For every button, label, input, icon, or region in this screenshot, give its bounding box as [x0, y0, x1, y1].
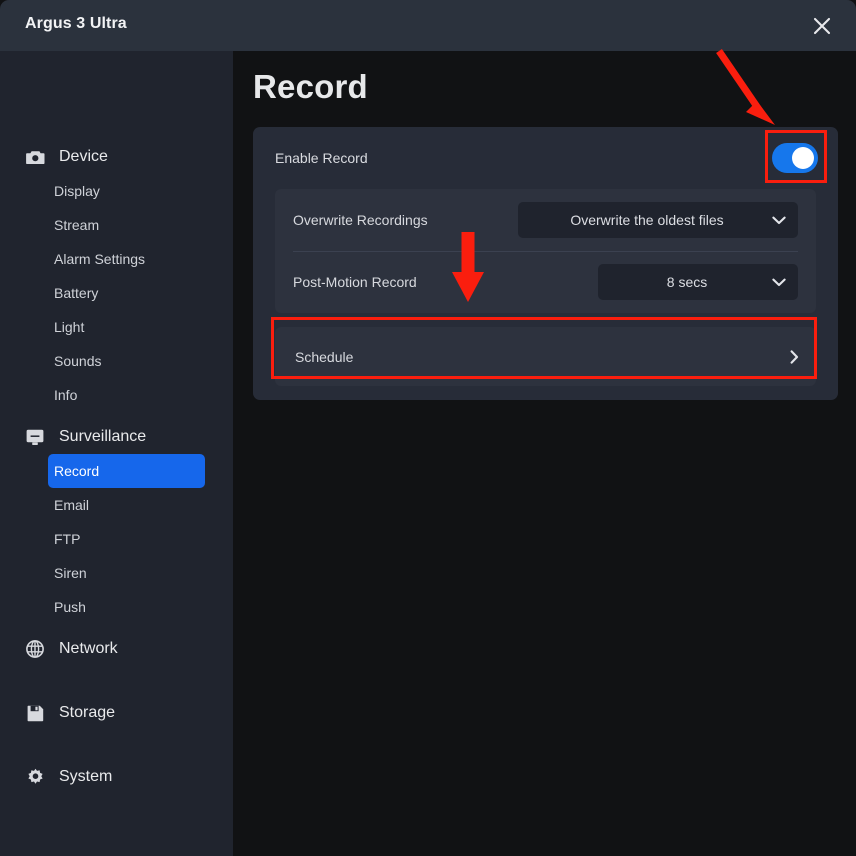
sidebar-item-label: Light	[54, 319, 85, 335]
sidebar-group-label: Storage	[59, 704, 116, 721]
sidebar-item-email[interactable]: Email	[48, 488, 205, 522]
sidebar-item-label: Battery	[54, 285, 99, 301]
enable-record-label: Enable Record	[275, 150, 368, 166]
enable-record-toggle[interactable]	[772, 143, 818, 173]
sidebar-item-battery[interactable]: Battery	[48, 276, 205, 310]
window-title: Argus 3 Ultra	[25, 15, 127, 32]
close-button[interactable]	[804, 9, 840, 43]
gear-icon	[25, 767, 45, 787]
sidebar-item-sounds[interactable]: Sounds	[48, 344, 205, 378]
overwrite-recordings-label: Overwrite Recordings	[293, 212, 428, 228]
sidebar-group-label: Device	[59, 148, 108, 165]
sidebar-item-alarm-settings[interactable]: Alarm Settings	[48, 242, 205, 276]
sidebar-item-label: FTP	[54, 531, 81, 547]
schedule-label: Schedule	[295, 348, 354, 365]
sidebar-group-label: System	[59, 768, 113, 785]
save-disk-icon	[25, 703, 45, 723]
globe-icon	[25, 639, 45, 659]
sidebar-item-push[interactable]: Push	[48, 590, 205, 624]
sidebar-item-label: Stream	[54, 217, 100, 233]
record-options-group: Overwrite Recordings Overwrite the oldes…	[275, 189, 816, 313]
chevron-down-icon	[772, 278, 786, 287]
monitor-icon	[25, 427, 45, 447]
sidebar-group-device[interactable]: Device	[0, 140, 233, 174]
page-title: Record	[253, 68, 368, 105]
sidebar-item-stream[interactable]: Stream	[48, 208, 205, 242]
sidebar: Device Display Stream Alarm Settings Bat…	[0, 51, 233, 856]
sidebar-item-record[interactable]: Record	[48, 454, 205, 488]
app-window: Argus 3 Ultra Device Display Stream Alar…	[0, 0, 856, 856]
sidebar-item-info[interactable]: Info	[48, 378, 205, 412]
toggle-knob	[792, 147, 814, 169]
sidebar-item-label: Email	[54, 497, 90, 513]
sidebar-item-label: Push	[54, 599, 86, 615]
sidebar-item-display[interactable]: Display	[48, 174, 205, 208]
overwrite-recordings-value: Overwrite the oldest files	[570, 212, 724, 228]
sidebar-item-label: Siren	[54, 565, 87, 581]
post-motion-record-label: Post-Motion Record	[293, 274, 417, 290]
sidebar-group-label: Network	[59, 640, 118, 657]
sidebar-group-label: Surveillance	[59, 428, 147, 445]
sidebar-group-surveillance[interactable]: Surveillance	[0, 420, 233, 454]
chevron-down-icon	[772, 216, 786, 225]
post-motion-record-row: Post-Motion Record 8 secs	[275, 251, 816, 313]
close-icon	[813, 17, 831, 35]
sidebar-group-storage[interactable]: Storage	[0, 696, 233, 730]
post-motion-record-select[interactable]: 8 secs	[598, 264, 798, 300]
sidebar-item-label: Sounds	[54, 353, 102, 369]
sidebar-item-ftp[interactable]: FTP	[48, 522, 205, 556]
main-content: Record Enable Record Overwrite Recording…	[233, 51, 856, 856]
overwrite-recordings-select[interactable]: Overwrite the oldest files	[518, 202, 798, 238]
title-bar: Argus 3 Ultra	[0, 0, 856, 51]
sidebar-item-label: Record	[54, 463, 100, 479]
overwrite-recordings-row: Overwrite Recordings Overwrite the oldes…	[275, 189, 816, 251]
sidebar-item-label: Info	[54, 387, 78, 403]
schedule-row[interactable]: Schedule	[275, 327, 816, 386]
camera-icon	[25, 147, 45, 167]
sidebar-item-label: Alarm Settings	[54, 251, 146, 267]
sidebar-item-label: Display	[54, 183, 100, 199]
sidebar-group-network[interactable]: Network	[0, 632, 233, 666]
post-motion-record-value: 8 secs	[666, 274, 708, 290]
sidebar-item-light[interactable]: Light	[48, 310, 205, 344]
enable-record-row: Enable Record	[253, 127, 838, 189]
sidebar-group-system[interactable]: System	[0, 760, 233, 794]
record-settings-card: Enable Record Overwrite Recordings Overw…	[253, 127, 838, 400]
sidebar-item-siren[interactable]: Siren	[48, 556, 205, 590]
chevron-right-icon	[790, 349, 799, 364]
